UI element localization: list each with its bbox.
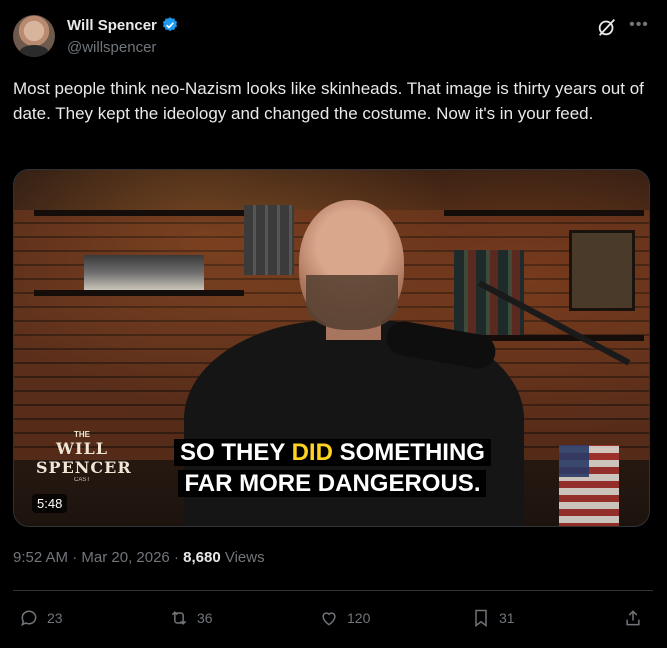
like-count: 120: [347, 610, 371, 626]
logo-the: THE: [74, 430, 90, 439]
picture-frame: [569, 230, 635, 311]
books: [244, 205, 294, 275]
views-label: Views: [224, 549, 265, 566]
divider: [13, 590, 653, 591]
meta-separator: ·: [72, 549, 82, 566]
views-count: 8,680: [183, 549, 221, 566]
video-caption: SO THEY DID SOMETHING FAR MORE DANGEROUS…: [174, 437, 491, 499]
logo-small: CAST: [73, 477, 90, 483]
verified-badge-icon: [162, 17, 178, 32]
reply-count: 23: [47, 610, 63, 626]
share-icon: [626, 610, 640, 626]
author-handle[interactable]: @willspencer: [67, 39, 156, 56]
meta-separator: ·: [173, 549, 184, 566]
action-bar: 23 36 120 31: [13, 603, 653, 633]
reply-icon: [21, 610, 37, 627]
repost-button[interactable]: 36: [169, 603, 213, 633]
repost-count: 36: [197, 610, 213, 626]
tweet: Will Spencer @willspencer ••• Most peopl…: [0, 0, 667, 648]
bookmark-icon: [475, 609, 487, 627]
bookmark-button[interactable]: 31: [471, 603, 515, 633]
author-name-row: Will Spencer: [67, 16, 179, 34]
logo-will: WILL: [56, 439, 108, 458]
flag-canton: [559, 445, 589, 477]
caption-highlight: DID: [291, 439, 333, 466]
shelf: [34, 210, 244, 216]
video-player[interactable]: SO THEY DID SOMETHING FAR MORE DANGEROUS…: [13, 169, 650, 527]
person-beard: [306, 275, 398, 330]
more-options-icon[interactable]: •••: [628, 14, 650, 36]
share-button[interactable]: [623, 603, 643, 633]
heart-icon: [322, 612, 336, 626]
tweet-meta: 9:52 AM · Mar 20, 2026 · 8,680 Views: [13, 549, 265, 566]
logo-spencer: SPENCER: [36, 458, 132, 477]
avatar[interactable]: [13, 15, 55, 57]
books: [84, 255, 204, 290]
repost-icon: [171, 611, 187, 625]
grok-icon[interactable]: [596, 16, 618, 38]
video-duration: 5:48: [32, 494, 68, 513]
caption-text: SO THEY: [180, 439, 292, 466]
shelf: [444, 210, 644, 216]
author-name[interactable]: Will Spencer: [67, 17, 157, 34]
tweet-time[interactable]: 9:52 AM: [13, 549, 68, 566]
tweet-date[interactable]: Mar 20, 2026: [81, 549, 169, 566]
tweet-text: Most people think neo-Nazism looks like …: [13, 79, 644, 123]
bookmark-count: 31: [499, 610, 515, 626]
reply-button[interactable]: 23: [19, 603, 63, 633]
caption-text: SOMETHING: [332, 439, 485, 466]
caption-text-line2: FAR MORE DANGEROUS.: [178, 470, 487, 497]
shelf: [34, 290, 244, 296]
like-button[interactable]: 120: [319, 603, 370, 633]
books: [454, 250, 524, 335]
